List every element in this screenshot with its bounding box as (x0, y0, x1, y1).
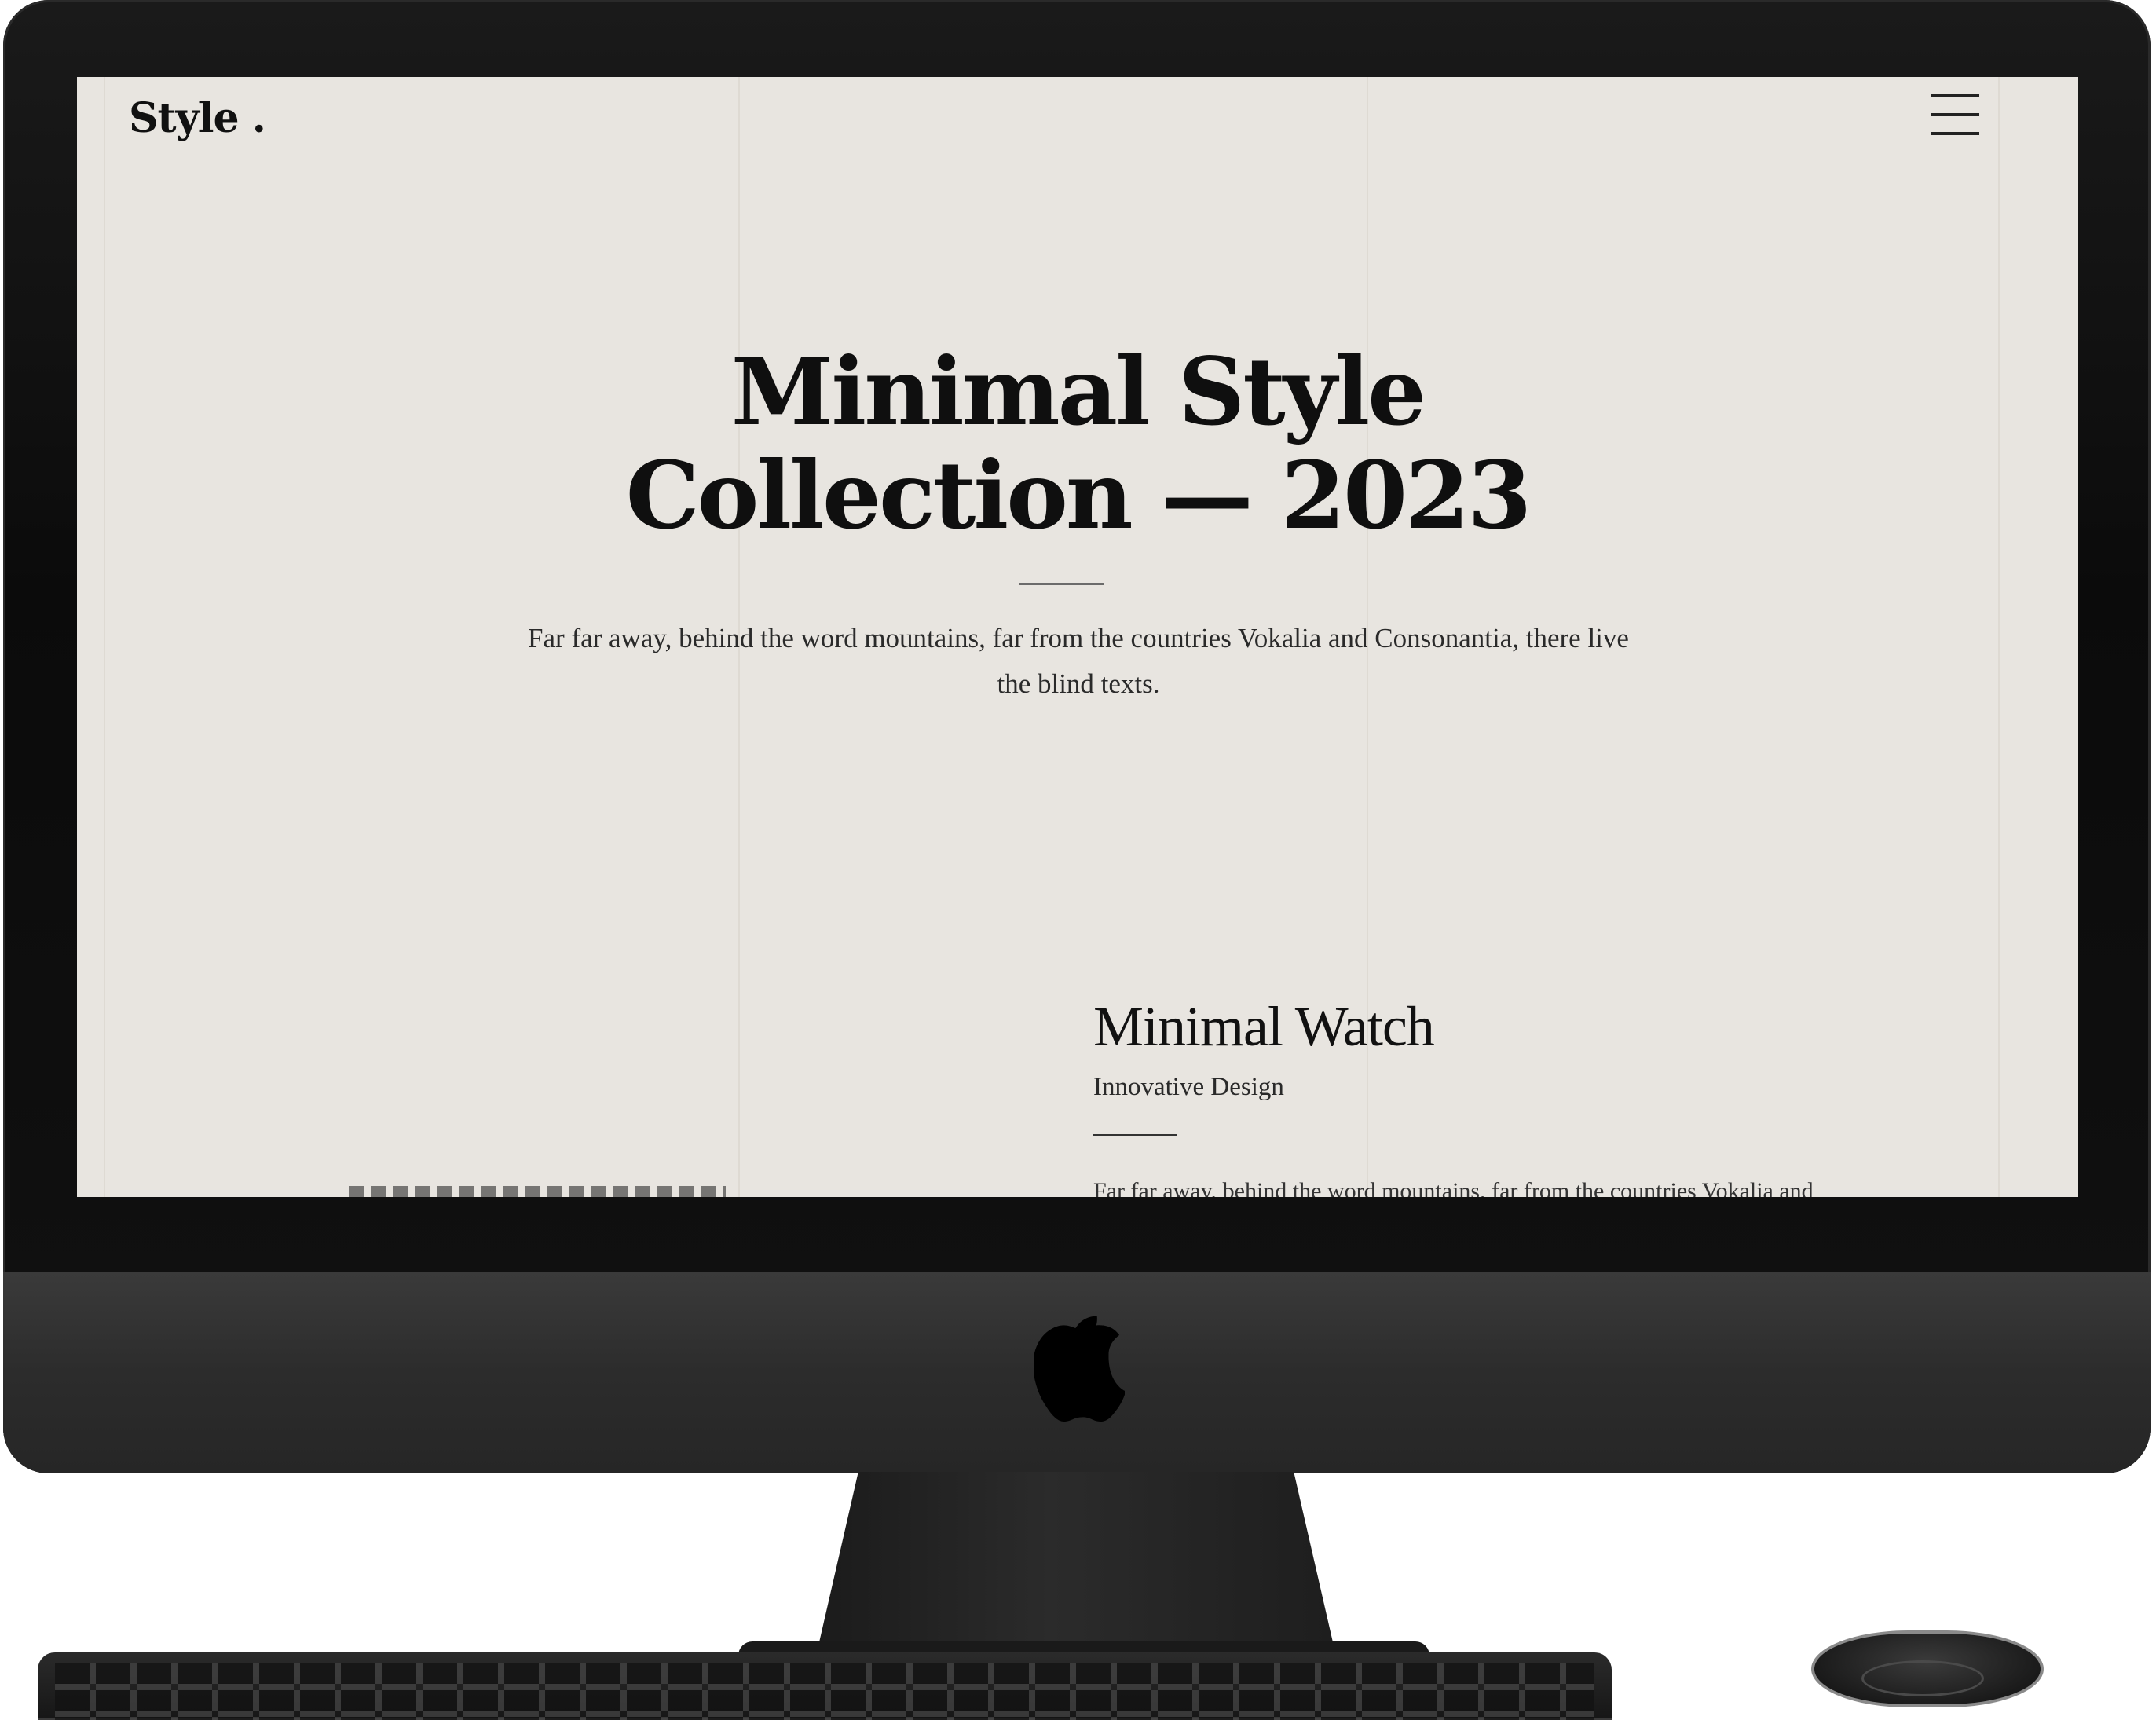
hamburger-menu-icon[interactable] (1931, 94, 1979, 135)
keyboard-keys (55, 1663, 1594, 1720)
imac-stand (817, 1472, 1335, 1652)
hero-title-line2: Collection — 2023 (625, 441, 1532, 550)
product-description: Far far away, behind the word mountains,… (1093, 1178, 1814, 1197)
apple-logo-icon (1034, 1316, 1125, 1422)
hero-divider (1019, 583, 1104, 585)
hero-title-line1: Minimal Style (730, 337, 1426, 446)
menu-line (1931, 94, 1979, 97)
product-subtitle: Innovative Design (1093, 1073, 1284, 1101)
site-logo[interactable]: Style . (129, 94, 266, 142)
menu-line (1931, 132, 1979, 135)
screen: Style . Minimal Style Collection — 2023 … (77, 77, 2078, 1197)
keyboard (38, 1652, 1612, 1720)
grid-guide (104, 77, 105, 1197)
hero-title: Minimal Style Collection — 2023 (77, 340, 2078, 547)
menu-line (1931, 113, 1979, 116)
product-divider (1093, 1134, 1177, 1136)
product-title: Minimal Watch (1093, 995, 1435, 1058)
section-heading-cutoff (349, 1186, 726, 1197)
grid-guide (1998, 77, 2000, 1197)
hero-description: Far far away, behind the word mountains,… (528, 623, 1629, 699)
mouse (1811, 1630, 2044, 1707)
